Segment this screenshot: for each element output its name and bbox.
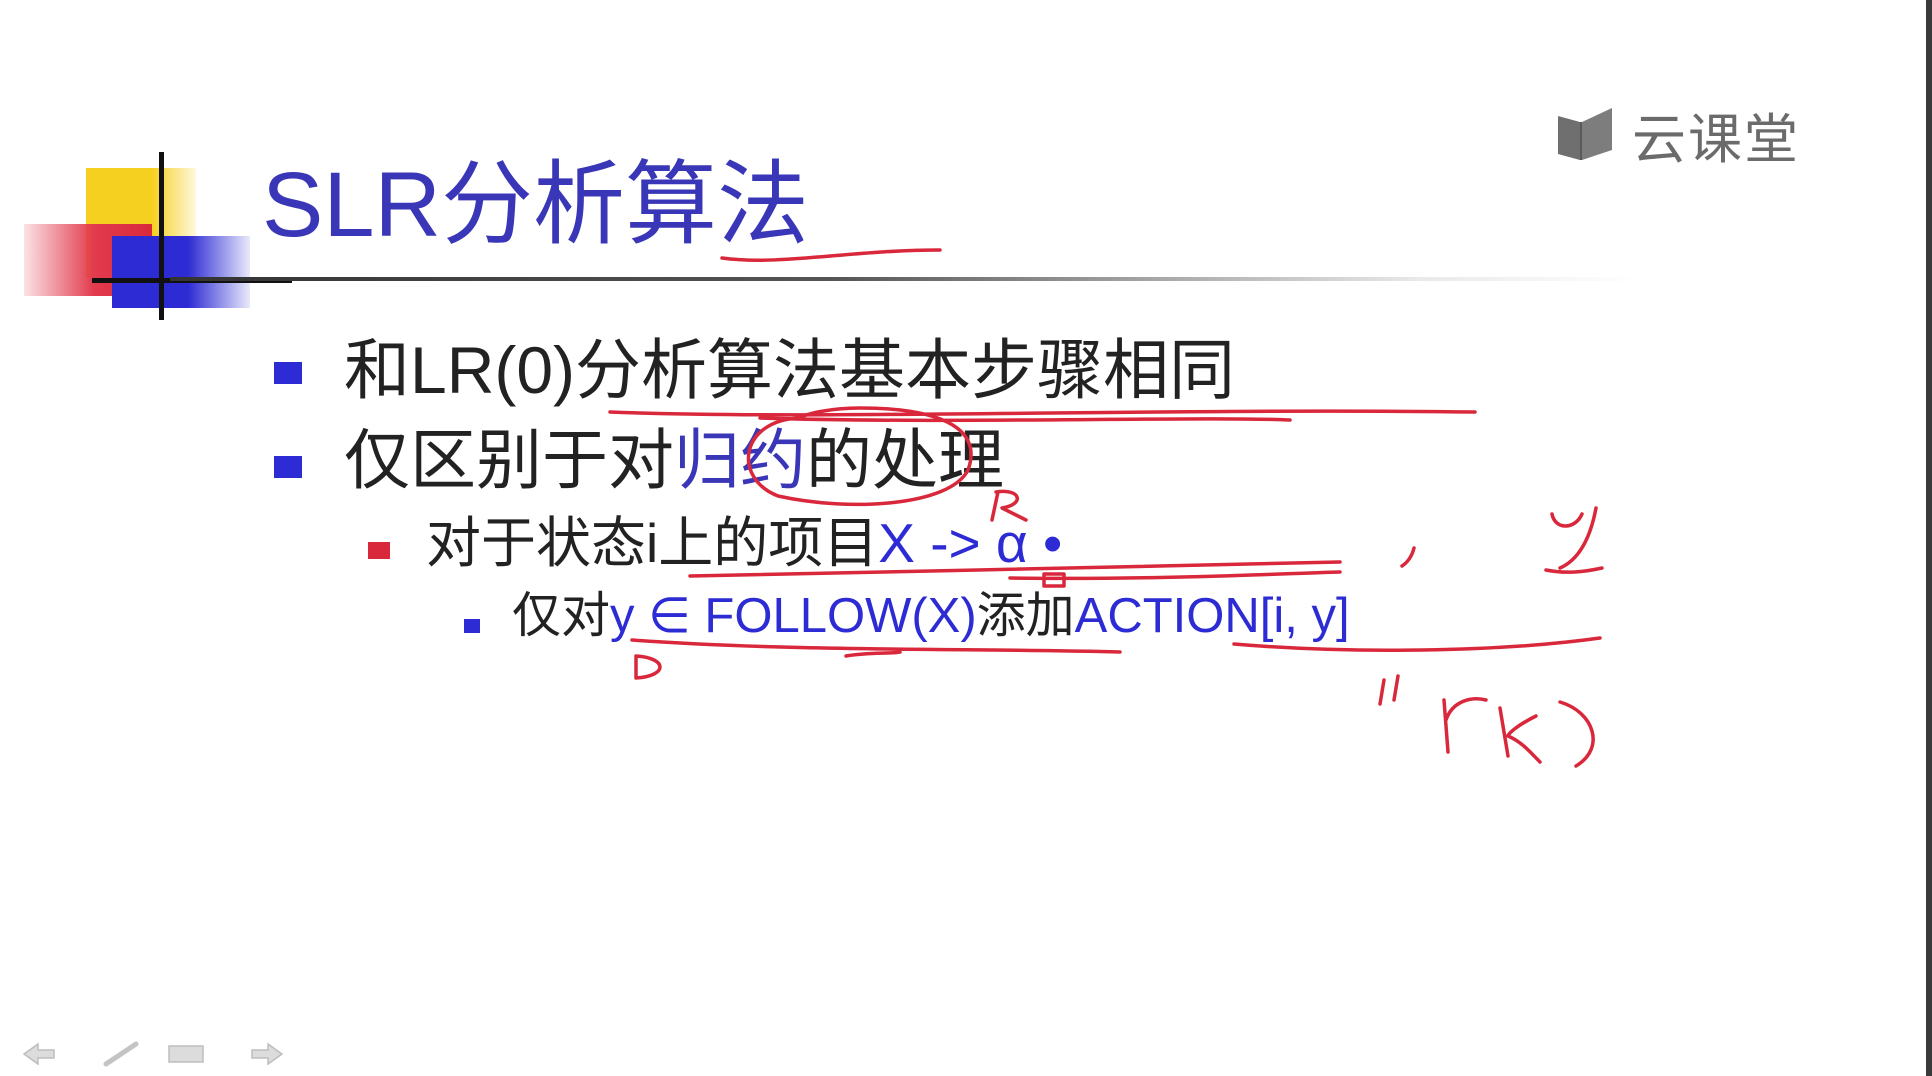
bullet-2-highlight: 归约 — [674, 423, 806, 497]
sub-sub-bullet-marker — [464, 619, 480, 633]
pen-icon[interactable] — [100, 1040, 146, 1068]
forward-arrow-icon[interactable] — [246, 1040, 286, 1068]
cloud-classroom-logo-icon — [1558, 108, 1612, 160]
paren-mark-stroke — [1558, 700, 1595, 768]
bullet-text-1: 和LR(0)分析算法基本步骤相同 — [344, 333, 1236, 407]
sub-sub-middle: 添加 — [976, 589, 1075, 643]
sub-bullet-prefix: 对于状态i上的项目 — [426, 512, 879, 574]
watermark-text: 云课堂 — [1632, 109, 1800, 170]
slideshow-nav — [20, 1040, 286, 1068]
menu-icon[interactable] — [166, 1040, 206, 1068]
k-mark-stroke — [1498, 706, 1542, 764]
sub-bullet-item: X -> α • — [878, 512, 1063, 574]
watermark-logo: 云课堂 — [1554, 102, 1800, 170]
quote-mark-stroke — [1378, 674, 1400, 706]
bullet-marker — [274, 456, 302, 478]
decor-blue-bar — [112, 236, 250, 308]
sub-sub-prefix: 仅对 — [512, 589, 611, 643]
comma-mark-stroke — [1400, 546, 1416, 568]
bullet-2-prefix: 仅区别于对 — [344, 423, 674, 497]
D-mark-stroke — [634, 654, 662, 680]
back-arrow-icon[interactable] — [20, 1040, 60, 1068]
y-mark-stroke — [1544, 506, 1604, 574]
sub-bullet-text: 对于状态i上的项目X -> α • — [426, 508, 1062, 578]
bullet1-underline-stroke — [608, 409, 1477, 417]
follow-underline-stroke-2 — [844, 650, 902, 658]
sub-sub-bullet-text: 仅对y ∈ FOLLOW(X)添加ACTION[i, y] — [512, 584, 1350, 648]
sub-bullet-marker — [368, 542, 390, 559]
r-mark-stroke — [1442, 697, 1488, 754]
window-frame-edge — [1926, 0, 1932, 1076]
bullet-marker — [274, 362, 302, 384]
bullet-2-suffix: 的处理 — [806, 423, 1004, 497]
follow-condition: y ∈ FOLLOW(X) — [610, 589, 977, 643]
bullet-text-2: 仅区别于对归约的处理 — [344, 420, 1004, 500]
title-underline-rule — [170, 277, 1640, 281]
slide-title: SLR分析算法 — [262, 154, 809, 256]
decor-vertical-line — [159, 152, 164, 320]
action-entry: ACTION[i, y] — [1074, 589, 1350, 643]
